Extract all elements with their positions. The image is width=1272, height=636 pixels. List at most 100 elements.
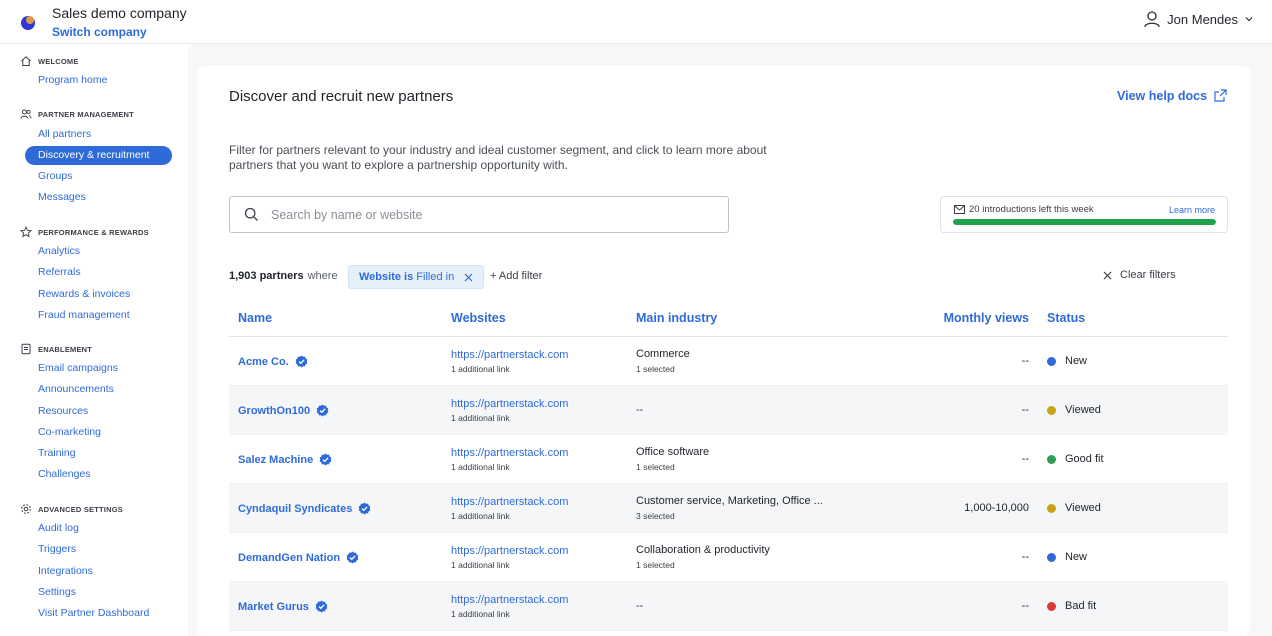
search-input[interactable] [271,207,691,222]
website-link[interactable]: https://partnerstack.com [451,398,568,410]
partner-name-link[interactable]: DemandGen Nation [238,551,359,564]
verified-badge-icon [316,404,329,417]
sidebar-item-triggers[interactable]: Triggers [38,543,76,555]
sidebar-item-visit-partner-dashboard[interactable]: Visit Partner Dashboard [38,607,149,619]
learn-more-link[interactable]: Learn more [1169,205,1215,215]
table-row[interactable]: DemandGen Nation https://partnerstack.co… [229,533,1228,582]
status-label: New [1065,355,1088,367]
website-link[interactable]: https://partnerstack.com [451,447,568,459]
sidebar-item-rewards-invoices[interactable]: Rewards & invoices [38,288,130,300]
column-header-status[interactable]: Status [1047,311,1085,325]
introductions-box: 20 introductions left this week Learn mo… [940,196,1228,233]
monthly-views: -- [1021,453,1029,465]
partner-name-link[interactable]: GrowthOn100 [238,404,329,417]
home-icon [21,56,31,66]
website-link[interactable]: https://partnerstack.com [451,349,568,361]
partner-name: GrowthOn100 [238,404,311,417]
table-row[interactable]: Salez Machine https://partnerstack.com 1… [229,435,1228,484]
sidebar-item-discovery-recruitment[interactable]: Discovery & recruitment [25,146,172,165]
industry-value: -- [636,404,644,416]
website-cell: https://partnerstack.com 1 additional li… [451,545,568,570]
sidebar-item-all-partners[interactable]: All partners [38,128,91,140]
nav-section-partner-management: PARTNER MANAGEMENT [20,108,134,120]
sidebar-item-program-home[interactable]: Program home [38,74,107,86]
industry-value: Office software [636,446,710,458]
status-label: New [1065,551,1088,563]
partner-name-link[interactable]: Market Gurus [238,600,328,613]
status-label: Viewed [1065,404,1101,416]
partner-name: DemandGen Nation [238,551,341,564]
verified-badge-icon [315,600,328,613]
additional-link-count: 1 additional link [451,364,510,374]
status-label: Viewed [1065,502,1101,514]
column-header-websites[interactable]: Websites [451,311,506,325]
user-menu[interactable]: Jon Mendes [1143,10,1254,28]
website-cell: https://partnerstack.com 1 additional li… [451,349,568,374]
verified-badge-icon [346,551,359,564]
sidebar-item-settings[interactable]: Settings [38,586,76,598]
column-header-monthly-views[interactable]: Monthly views [944,311,1029,325]
website-link[interactable]: https://partnerstack.com [451,496,568,508]
nav-section-welcome: WELCOME [20,55,79,67]
chevron-down-icon [1245,17,1253,22]
status-badge: Viewed [1047,404,1101,416]
sidebar-item-challenges[interactable]: Challenges [38,468,91,480]
verified-badge-icon [295,355,308,368]
partners-table: Name Websites Main industry Monthly view… [229,300,1228,631]
column-header-name[interactable]: Name [238,311,272,325]
sidebar [0,44,190,636]
envelope-icon [954,205,965,214]
verified-badge-icon [319,453,332,466]
table-header: Name Websites Main industry Monthly view… [229,300,1228,337]
status-badge: Bad fit [1047,600,1096,612]
view-help-docs-link[interactable]: View help docs [1117,88,1228,103]
sidebar-item-training[interactable]: Training [38,447,76,459]
clear-filters-button[interactable]: Clear filters [1103,269,1176,281]
sidebar-item-audit-log[interactable]: Audit log [38,522,79,534]
table-row[interactable]: Cyndaquil Syndicates https://partnerstac… [229,484,1228,533]
sidebar-item-messages[interactable]: Messages [38,191,86,203]
sidebar-item-announcements[interactable]: Announcements [38,383,114,395]
additional-link-count: 1 additional link [451,560,510,570]
where-label: where [307,270,338,282]
industry-cell: Collaboration & productivity 1 selected [636,544,770,570]
table-row[interactable]: Acme Co. https://partnerstack.com 1 addi… [229,337,1228,386]
partner-name-link[interactable]: Salez Machine [238,453,332,466]
sidebar-item-analytics[interactable]: Analytics [38,245,80,257]
status-dot [1047,552,1056,562]
help-docs-label: View help docs [1117,88,1208,103]
page-title: Discover and recruit new partners [229,88,454,105]
sidebar-item-resources[interactable]: Resources [38,405,88,417]
nav-section-advanced-settings: ADVANCED SETTINGS [20,503,123,515]
partner-name-link[interactable]: Cyndaquil Syndicates [238,502,371,515]
table-row[interactable]: GrowthOn100 https://partnerstack.com 1 a… [229,386,1228,435]
add-filter-button[interactable]: + Add filter [490,270,542,282]
table-row[interactable]: Market Gurus https://partnerstack.com 1 … [229,582,1228,631]
industry-cell: Office software 1 selected [636,446,709,472]
nav-section-enablement: ENABLEMENT [20,343,92,355]
sidebar-item-integrations[interactable]: Integrations [38,565,93,577]
close-icon[interactable] [464,273,473,282]
nav-section-performance-rewards: PERFORMANCE & REWARDS [20,226,149,238]
column-header-main-industry[interactable]: Main industry [636,311,717,325]
sidebar-item-referrals[interactable]: Referrals [38,266,81,278]
website-link[interactable]: https://partnerstack.com [451,594,568,606]
website-link[interactable]: https://partnerstack.com [451,545,568,557]
monthly-views: -- [1021,551,1029,563]
sidebar-item-groups[interactable]: Groups [38,170,72,182]
monthly-views: -- [1021,600,1029,612]
company-logo-icon [21,16,35,30]
page-description: Filter for partners relevant to your ind… [229,143,767,172]
document-icon [21,343,31,355]
status-dot [1047,405,1056,415]
switch-company-link[interactable]: Switch company [52,25,147,39]
monthly-views: 1,000-10,000 [964,502,1029,514]
partner-name: Acme Co. [238,355,289,368]
sidebar-item-co-marketing[interactable]: Co-marketing [38,426,101,438]
sidebar-item-fraud-management[interactable]: Fraud management [38,309,130,321]
industry-cell: Commerce 1 selected [636,348,690,374]
partner-name-link[interactable]: Acme Co. [238,355,308,368]
partner-name: Cyndaquil Syndicates [238,502,353,515]
sidebar-item-email-campaigns[interactable]: Email campaigns [38,362,118,374]
website-filter-chip[interactable]: Website is Filled in [348,265,485,289]
